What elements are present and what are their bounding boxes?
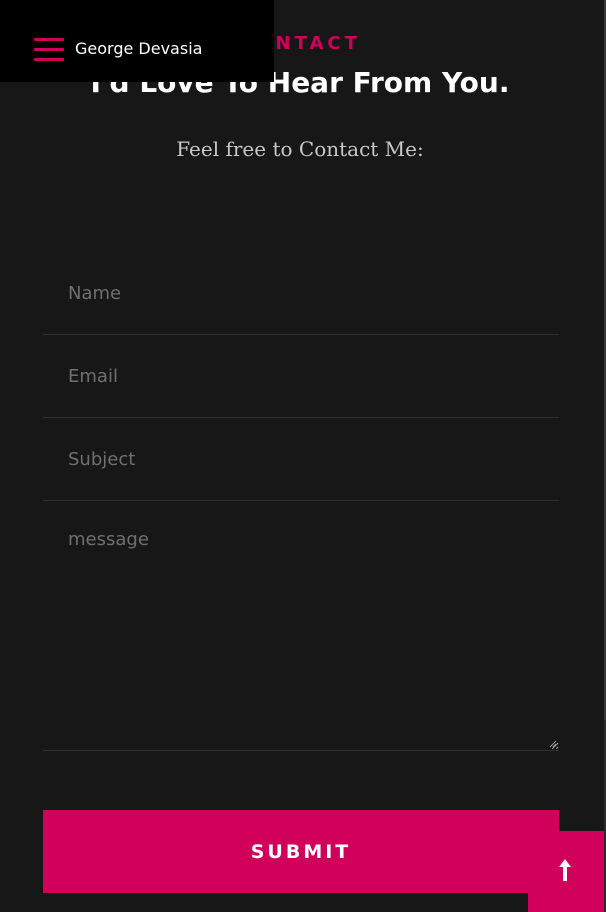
message-field-wrapper (43, 501, 559, 751)
menu-line (34, 48, 64, 51)
arrow-up-icon (559, 859, 571, 881)
subject-input[interactable] (43, 418, 559, 500)
menu-line (34, 58, 64, 61)
back-to-top-button[interactable] (528, 831, 604, 912)
resize-grip-icon[interactable] (549, 740, 557, 748)
message-textarea[interactable] (43, 501, 559, 750)
site-name[interactable]: George Devasia (75, 39, 202, 58)
contact-page: CONTACT I'd Love To Hear From You. Feel … (0, 0, 606, 912)
menu-line (34, 38, 64, 41)
section-subtitle: Feel free to Contact Me: (176, 137, 424, 161)
submit-button[interactable]: SUBMIT (43, 810, 559, 893)
name-field-wrapper (43, 252, 559, 335)
nav-bar: George Devasia (0, 0, 274, 82)
email-input[interactable] (43, 335, 559, 417)
name-input[interactable] (43, 252, 559, 334)
contact-form (43, 252, 559, 751)
hamburger-menu-icon[interactable] (34, 38, 64, 62)
subject-field-wrapper (43, 418, 559, 501)
email-field-wrapper (43, 335, 559, 418)
